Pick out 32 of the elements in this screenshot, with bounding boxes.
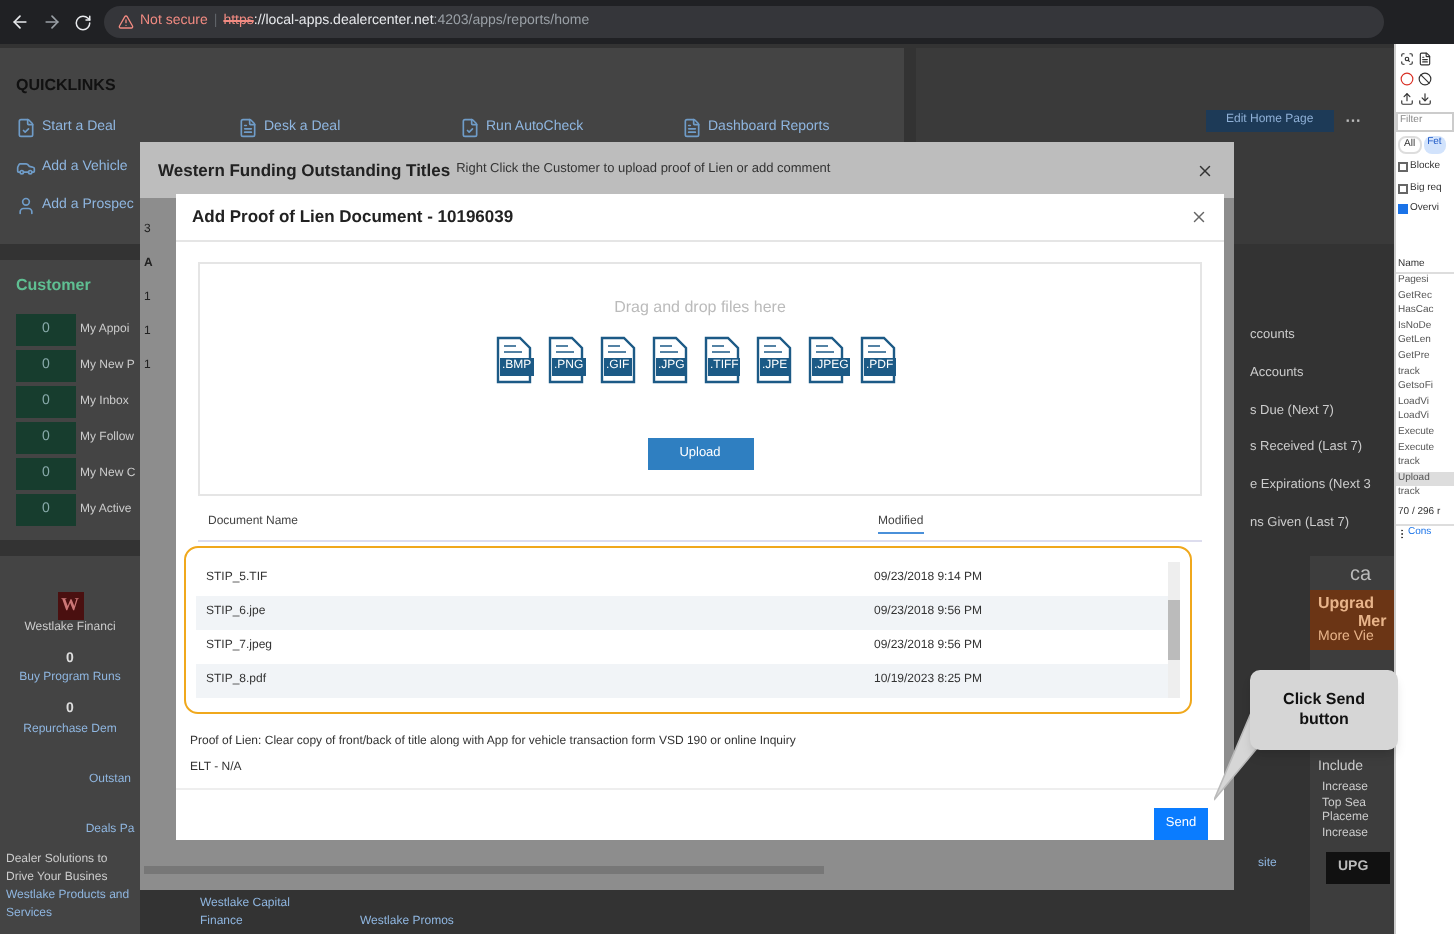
link-icon: [682, 118, 702, 139]
ad-headline: Upgrad: [1318, 594, 1376, 612]
dialog-title: Western Funding Outstanding Titles: [158, 157, 451, 183]
checkbox[interactable]: [1398, 204, 1408, 215]
dialog-title: Add Proof of Lien Document - 10196039: [192, 204, 514, 230]
record-icon[interactable]: [1400, 72, 1414, 86]
forward-icon[interactable]: [42, 12, 62, 32]
link-icon: [16, 157, 36, 178]
inspect-icon[interactable]: [1400, 52, 1414, 66]
ad-brand: ca: [1348, 564, 1374, 586]
close-icon[interactable]: [1190, 207, 1208, 226]
reload-icon[interactable]: [74, 13, 92, 31]
link-icon: [16, 118, 36, 139]
callout: Click Send button: [1250, 670, 1398, 750]
link-icon: [238, 118, 258, 139]
link-icon: [16, 196, 36, 217]
ad-text: Mer: [1358, 612, 1389, 630]
download-icon[interactable]: [1418, 92, 1432, 106]
checkbox[interactable]: [1398, 162, 1408, 173]
link-icon: [460, 118, 480, 139]
back-icon[interactable]: [10, 12, 30, 32]
section-title: Customer: [16, 274, 91, 298]
drop-hint: Drag and drop files here: [614, 295, 786, 320]
close-icon[interactable]: [1196, 161, 1214, 179]
clear-icon[interactable]: [1418, 72, 1432, 86]
vertical-scrollbar[interactable]: [1168, 562, 1180, 698]
warning-icon: [118, 14, 134, 30]
upload-icon[interactable]: [1400, 92, 1414, 106]
brand-logo: W: [57, 592, 83, 619]
checkbox[interactable]: [1398, 183, 1408, 194]
device-icon[interactable]: [1418, 52, 1432, 66]
more-text[interactable]: ···: [1345, 110, 1362, 134]
